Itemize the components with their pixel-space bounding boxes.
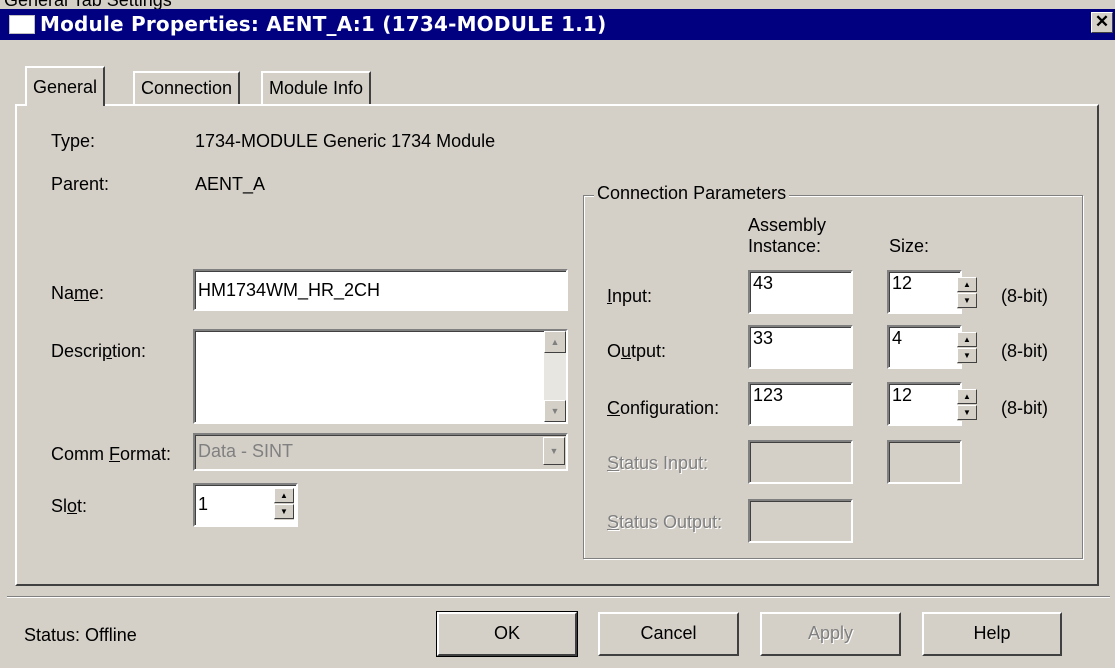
spin-up-icon[interactable]: ▲ [274,488,294,503]
configuration-unit: (8-bit) [1001,398,1049,418]
apply-button[interactable]: Apply [760,612,901,656]
window-title: Module Properties: AENT_A:1 (1734-MODULE… [40,12,607,36]
connection-parameters-title: Connection Parameters [594,183,790,204]
tab-module-info-label: Module Info [269,78,364,98]
configuration-instance-field[interactable]: 123 [748,382,853,426]
name-label: Name: [51,283,105,303]
output-label: Output: [607,341,667,361]
spin-up-icon[interactable]: ▲ [957,389,977,404]
spin-down-icon[interactable]: ▼ [957,405,977,420]
spin-up-icon[interactable]: ▲ [957,277,977,292]
comm-format-label: Comm Format: [51,444,172,464]
chevron-down-icon[interactable]: ▼ [543,437,565,465]
parent-label: Parent: [51,174,110,194]
window-icon [9,15,35,34]
tab-connection[interactable]: Connection [133,71,241,105]
output-size-spinner[interactable]: ▲ ▼ [957,332,977,364]
slot-spinner[interactable]: ▲ ▼ [274,488,294,520]
input-label: Input: [607,286,653,306]
tab-connection-label: Connection [141,78,233,98]
spin-down-icon[interactable]: ▼ [274,504,294,519]
spin-down-icon[interactable]: ▼ [957,293,977,308]
assembly-instance-header: Assembly Instance: [748,215,827,256]
description-label: Description: [51,341,147,361]
cancel-button[interactable]: Cancel [598,612,739,656]
spin-down-icon[interactable]: ▼ [957,348,977,363]
status-input-label: Status Input: [607,453,709,473]
configuration-size-field[interactable]: 12 [887,382,962,426]
parent-value: AENT_A [195,174,266,194]
slot-label: Slot: [51,496,88,516]
input-unit: (8-bit) [1001,286,1049,306]
description-field[interactable] [193,329,568,424]
status-output-label: Status Output: [607,512,723,532]
help-button[interactable]: Help [922,612,1062,656]
input-size-field[interactable]: 12 [887,270,962,314]
input-instance-field[interactable]: 43 [748,270,853,314]
output-unit: (8-bit) [1001,341,1049,361]
tab-general[interactable]: General [25,66,106,106]
separator [7,596,1110,598]
page-caption: General Tab Settings [4,0,172,10]
ok-button[interactable]: OK [436,611,578,657]
configuration-label: Configuration: [607,398,720,418]
status-input-size-field[interactable] [887,440,962,484]
comm-format-value: Data - SINT [198,441,294,461]
size-header: Size: [889,236,930,256]
close-button[interactable]: ✕ [1091,12,1113,33]
output-size-field[interactable]: 4 [887,325,962,369]
status-text: Status: Offline [24,625,137,645]
status-input-instance-field[interactable] [748,440,853,484]
status-output-instance-field[interactable] [748,499,853,543]
name-field[interactable]: HM1734WM_HR_2CH [193,269,568,311]
tab-general-label: General [33,77,98,97]
input-size-spinner[interactable]: ▲ ▼ [957,277,977,309]
tab-module-info[interactable]: Module Info [261,71,372,105]
configuration-size-spinner[interactable]: ▲ ▼ [957,389,977,421]
type-value: 1734-MODULE Generic 1734 Module [195,131,496,151]
type-label: Type: [51,131,96,151]
output-instance-field[interactable]: 33 [748,325,853,369]
scroll-up-icon[interactable]: ▲ [544,331,566,353]
comm-format-select[interactable]: Data - SINT [193,433,568,471]
close-icon: ✕ [1094,12,1110,31]
spin-up-icon[interactable]: ▲ [957,332,977,347]
scroll-down-icon[interactable]: ▼ [544,400,566,422]
